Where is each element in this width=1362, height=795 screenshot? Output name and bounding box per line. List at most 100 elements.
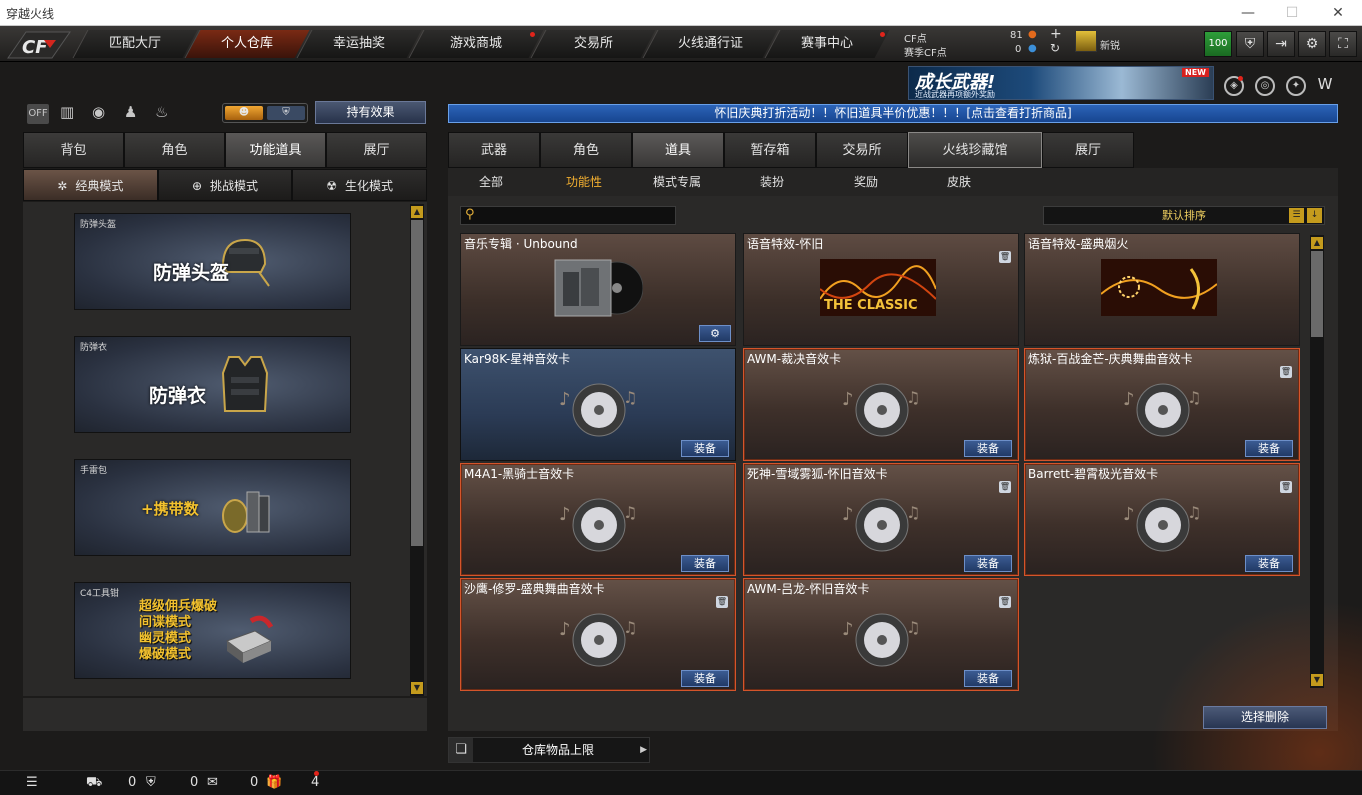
- mode-classic[interactable]: ✲ 经典模式: [23, 169, 158, 201]
- equip-button[interactable]: 装备: [681, 555, 729, 572]
- scroll-thumb[interactable]: [1311, 251, 1323, 337]
- slot-card-helmet[interactable]: 防弹头盔 防弹头盔: [74, 213, 351, 310]
- sort-dropdown[interactable]: 默认排序 ☰ ↓: [1043, 206, 1325, 225]
- tab-functional-items[interactable]: 功能道具: [225, 132, 326, 168]
- trash-icon[interactable]: 🗑: [999, 596, 1011, 608]
- slot-card-vest[interactable]: 防弹衣 防弹衣: [74, 336, 351, 433]
- chat-icon[interactable]: ✉: [207, 775, 218, 790]
- wings-icon[interactable]: W: [1315, 76, 1335, 96]
- nav-tab-lucky-draw[interactable]: 幸运抽奖: [296, 30, 422, 58]
- add-points-icon[interactable]: +: [1050, 26, 1062, 42]
- tab-weapons[interactable]: 武器: [448, 132, 540, 168]
- subtab-skins[interactable]: 皮肤: [947, 168, 971, 196]
- maximize-button[interactable]: ☐: [1270, 2, 1314, 24]
- scroll-up-icon[interactable]: ▲: [411, 206, 423, 218]
- warehouse-capacity-bar[interactable]: ❏ 仓库物品上限 ▶: [448, 737, 650, 763]
- equip-button[interactable]: 装备: [1245, 440, 1293, 457]
- stats-icon[interactable]: ▥: [60, 103, 74, 121]
- scroll-up-icon[interactable]: ▲: [1311, 237, 1323, 249]
- scroll-thumb[interactable]: [411, 220, 423, 546]
- nav-tab-exchange[interactable]: 交易所: [530, 30, 656, 58]
- equip-button[interactable]: 装备: [964, 440, 1012, 457]
- nav-tab-battle-pass[interactable]: 火线通行证: [642, 30, 778, 58]
- tab-items[interactable]: 道具: [632, 132, 724, 168]
- tab-backpack[interactable]: 背包: [23, 132, 124, 168]
- tab-exchange[interactable]: 交易所: [816, 132, 908, 168]
- item-card[interactable]: Kar98K-星神音效卡 ♪ ♫ 装备: [460, 348, 736, 461]
- nav-tab-shop[interactable]: 游戏商城: [408, 30, 544, 58]
- binoculars-icon[interactable]: ⛟: [86, 775, 102, 792]
- item-card[interactable]: 语音特效-怀旧 🗑 THE CLASSIC: [743, 233, 1019, 346]
- subtab-cosmetic[interactable]: 装扮: [760, 168, 784, 196]
- shield-status-icon[interactable]: ⛨: [146, 775, 156, 790]
- equip-button[interactable]: 装备: [964, 555, 1012, 572]
- settings-gear-icon[interactable]: ⚙: [1298, 31, 1326, 57]
- item-card[interactable]: 语音特效-盛典烟火: [1024, 233, 1300, 346]
- promo-banner[interactable]: 成长武器! 近战武器再项额外奖励 NEW: [908, 66, 1214, 100]
- swirl-icon[interactable]: ◉: [92, 103, 105, 121]
- item-card[interactable]: Barrett-碧霄极光音效卡 🗑 ♪ ♫ 装备: [1024, 463, 1300, 576]
- shield-view-icon[interactable]: ⛨: [267, 106, 305, 120]
- subtab-all[interactable]: 全部: [479, 168, 503, 196]
- fullscreen-icon[interactable]: ⛶: [1329, 31, 1357, 57]
- scroll-down-icon[interactable]: ▼: [1311, 674, 1323, 686]
- bag-icon[interactable]: ♨: [155, 103, 168, 121]
- nav-tab-match-lobby[interactable]: 匹配大厅: [72, 30, 198, 58]
- slot-card-c4-pliers[interactable]: C4工具钳 超级佣兵爆破 间谍模式 幽灵模式 爆破模式: [74, 582, 351, 679]
- equip-button[interactable]: 装备: [681, 440, 729, 457]
- trash-icon[interactable]: 🗑: [1280, 366, 1292, 378]
- character-icon[interactable]: ♟: [124, 103, 137, 121]
- item-card[interactable]: 炼狱-百战金芒-庆典舞曲音效卡 🗑 ♪ ♫ 装备: [1024, 348, 1300, 461]
- tab-characters[interactable]: 角色: [540, 132, 632, 168]
- slot-card-grenade-pack[interactable]: 手雷包 +携带数: [74, 459, 351, 556]
- equip-button[interactable]: 装备: [964, 670, 1012, 687]
- rank-badge-icon[interactable]: [1075, 30, 1097, 52]
- held-effects-button[interactable]: 持有效果: [315, 101, 426, 124]
- target-round-icon[interactable]: ◎: [1255, 76, 1275, 96]
- batch-delete-button[interactable]: 选择删除: [1203, 706, 1327, 729]
- view-toggle[interactable]: ☻ ⛨: [222, 103, 308, 123]
- item-grid-scrollbar[interactable]: ▲ ▼: [1310, 235, 1324, 688]
- tab-display[interactable]: 展厅: [1042, 132, 1134, 168]
- star-round-icon[interactable]: ✦: [1286, 76, 1306, 96]
- trash-icon[interactable]: 🗑: [716, 596, 728, 608]
- item-card[interactable]: 沙鹰-修罗-盛典舞曲音效卡 🗑 ♪ ♫ 装备: [460, 578, 736, 691]
- nav-tab-warehouse[interactable]: 个人仓库: [184, 30, 310, 58]
- promo-notice[interactable]: 怀旧庆典打折活动！！怀旧道具半价优惠！！！[点击查看打折商品]: [448, 104, 1338, 123]
- subtab-functional[interactable]: 功能性: [566, 168, 602, 196]
- minimize-button[interactable]: —: [1226, 2, 1270, 24]
- tab-collection-hall[interactable]: 火线珍藏馆: [908, 132, 1042, 168]
- expand-arrow-icon[interactable]: ▶: [640, 745, 647, 755]
- shield-icon[interactable]: ⛨: [1236, 31, 1264, 57]
- sort-arrow-icon[interactable]: ↓: [1307, 208, 1322, 223]
- item-card[interactable]: 死神-雪域雾狐-怀旧音效卡 🗑 ♪ ♫ 装备: [743, 463, 1019, 576]
- tab-character[interactable]: 角色: [124, 132, 225, 168]
- subtab-mode-exclusive[interactable]: 模式专属: [653, 168, 701, 196]
- item-card[interactable]: AWM-裁决音效卡 ♪ ♫ 装备: [743, 348, 1019, 461]
- refresh-icon[interactable]: ↻: [1050, 41, 1060, 55]
- gift-icon[interactable]: 🎁: [266, 775, 282, 790]
- tab-showroom[interactable]: 展厅: [326, 132, 427, 168]
- trash-icon[interactable]: 🗑: [999, 251, 1011, 263]
- equip-button[interactable]: 装备: [681, 670, 729, 687]
- scroll-down-icon[interactable]: ▼: [411, 682, 423, 694]
- trash-icon[interactable]: 🗑: [1280, 481, 1292, 493]
- left-list-scrollbar[interactable]: ▲ ▼: [410, 204, 424, 696]
- exit-icon[interactable]: ⇥: [1267, 31, 1295, 57]
- mode-challenge[interactable]: ⊕ 挑战模式: [157, 169, 293, 201]
- subtab-rewards[interactable]: 奖励: [854, 168, 878, 196]
- search-input[interactable]: ⚲: [460, 206, 676, 225]
- mode-zombie[interactable]: ☢ 生化模式: [292, 169, 428, 201]
- close-button[interactable]: ✕: [1316, 2, 1360, 24]
- nav-tab-event-center[interactable]: 赛事中心: [764, 30, 890, 58]
- trash-icon[interactable]: 🗑: [999, 481, 1011, 493]
- item-card[interactable]: M4A1-黑骑士音效卡 ♪ ♫ 装备: [460, 463, 736, 576]
- cf-logo[interactable]: CF: [4, 28, 74, 62]
- equip-button[interactable]: 装备: [1245, 555, 1293, 572]
- item-card[interactable]: 音乐专辑 · Unbound ⚙: [460, 233, 736, 346]
- tab-storage-box[interactable]: 暂存箱: [724, 132, 816, 168]
- level-badge[interactable]: 100: [1204, 31, 1232, 57]
- menu-icon[interactable]: ☰: [26, 775, 38, 790]
- person-view-icon[interactable]: ☻: [225, 106, 263, 120]
- settings-gear-icon[interactable]: ⚙: [699, 325, 731, 342]
